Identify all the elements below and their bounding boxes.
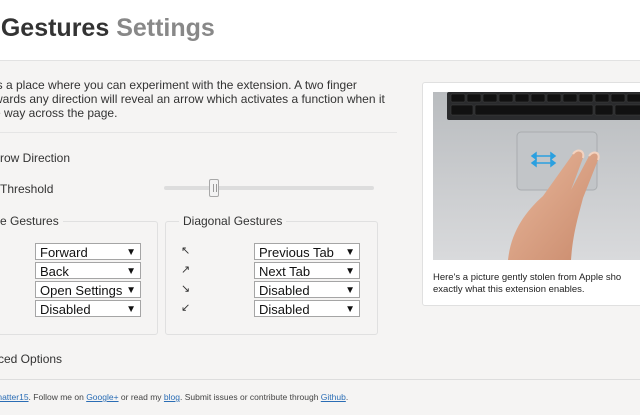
intro-line: wards any direction will reveal an arrow…	[0, 92, 385, 106]
diagonal-select-disabled-2[interactable]: Disabled ▼	[254, 300, 360, 317]
intro-line: e way across the page.	[0, 106, 118, 120]
page-title: e Gestures Settings	[0, 14, 215, 43]
page-title-main: e Gestures	[0, 14, 110, 42]
footer-text: . Submit issues or contribute through	[180, 392, 321, 402]
page-header: e Gestures Settings	[0, 0, 640, 61]
blog-link[interactable]: blog	[164, 392, 180, 402]
dropdown-caret-icon: ▼	[126, 247, 136, 258]
threshold-slider[interactable]	[164, 186, 374, 190]
select-value: Forward	[40, 245, 88, 260]
threshold-label: Threshold	[0, 182, 54, 196]
footer-text: or read my	[118, 392, 164, 402]
author-link[interactable]: matter15	[0, 392, 29, 402]
threshold-slider-thumb[interactable]	[209, 179, 220, 197]
trackpad-two-finger-swipe-icon	[433, 92, 640, 260]
github-link[interactable]: Github	[321, 392, 346, 402]
advanced-options-link[interactable]: ced Options	[0, 352, 62, 366]
arrow-down-right-icon: ↘	[181, 283, 191, 295]
footer: matter15. Follow me on Google+ or read m…	[0, 392, 348, 402]
gesture-select-disabled[interactable]: Disabled ▼	[35, 300, 141, 317]
intro-text: is a place where you can experiment with…	[0, 78, 404, 120]
page-title-sub: Settings	[116, 14, 215, 42]
footer-divider	[0, 379, 640, 380]
trackpad-photo	[433, 92, 640, 260]
gesture-select-forward[interactable]: Forward ▼	[35, 243, 141, 260]
select-value: Next Tab	[259, 264, 311, 279]
image-caption: Here's a picture gently stolen from Appl…	[433, 272, 622, 295]
select-value: Disabled	[40, 302, 91, 317]
gesture-select-open-settings[interactable]: Open Settings ▼	[35, 281, 141, 298]
select-value: Back	[40, 264, 69, 279]
select-value: Disabled	[259, 283, 310, 298]
select-value: Open Settings	[40, 283, 123, 298]
diagonal-select-disabled-1[interactable]: Disabled ▼	[254, 281, 360, 298]
straight-gestures-title: e Gestures	[0, 214, 63, 228]
dropdown-caret-icon: ▼	[126, 304, 136, 315]
google-plus-link[interactable]: Google+	[86, 392, 118, 402]
gesture-select-back[interactable]: Back ▼	[35, 262, 141, 279]
dropdown-caret-icon: ▼	[126, 285, 136, 296]
select-value: Disabled	[259, 302, 310, 317]
dropdown-caret-icon: ▼	[345, 266, 355, 277]
intro-line: is a place where you can experiment with…	[0, 78, 357, 92]
dropdown-caret-icon: ▼	[345, 285, 355, 296]
diagonal-select-previous-tab[interactable]: Previous Tab ▼	[254, 243, 360, 260]
dropdown-caret-icon: ▼	[345, 247, 355, 258]
divider	[0, 132, 397, 133]
dropdown-caret-icon: ▼	[345, 304, 355, 315]
diagonal-select-next-tab[interactable]: Next Tab ▼	[254, 262, 360, 279]
diagonal-gestures-title: Diagonal Gestures	[179, 214, 287, 228]
footer-text: . Follow me on	[28, 392, 87, 402]
footer-text: .	[345, 392, 349, 402]
arrow-direction-option[interactable]: rrow Direction	[0, 151, 70, 165]
dropdown-caret-icon: ▼	[126, 266, 136, 277]
arrow-up-left-icon: ↖	[181, 245, 191, 257]
arrow-down-left-icon: ↙	[181, 302, 191, 314]
arrow-up-right-icon: ↗	[181, 264, 191, 276]
select-value: Previous Tab	[259, 245, 334, 260]
